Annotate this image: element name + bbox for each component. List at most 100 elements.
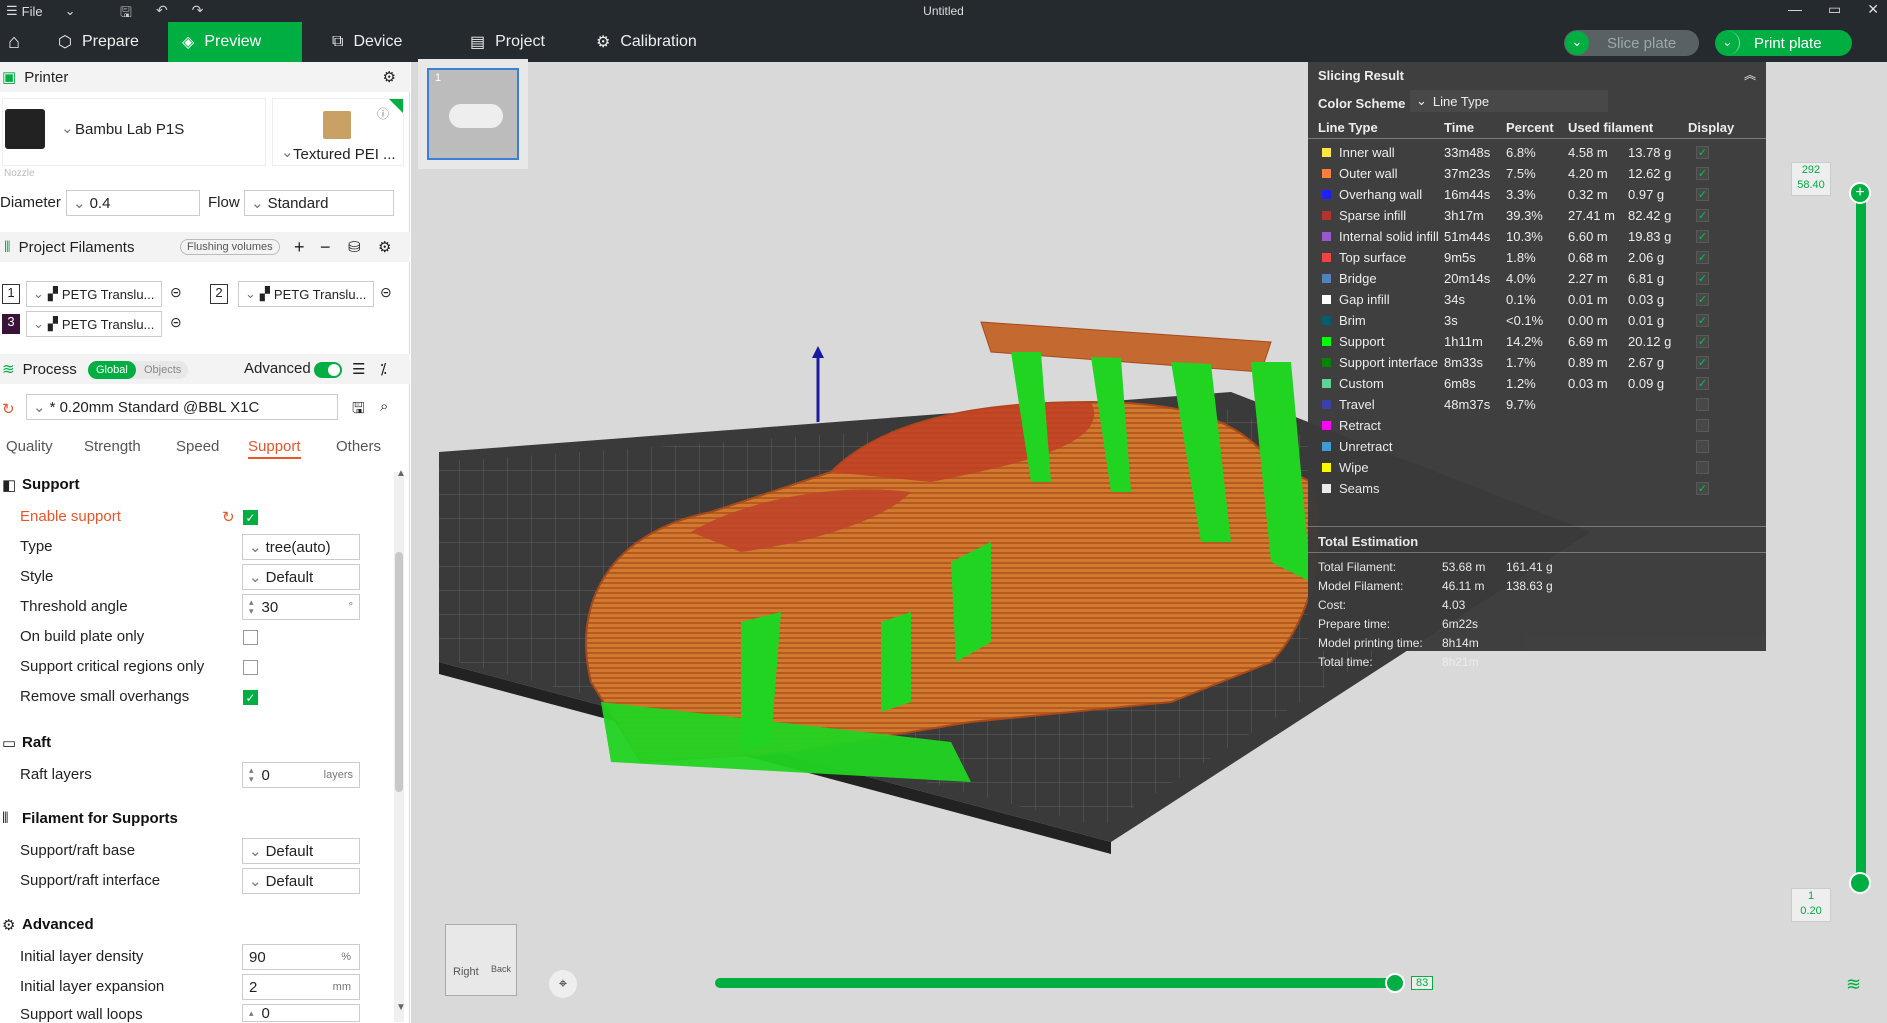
maximize-icon[interactable]: ▭ xyxy=(1828,1,1841,18)
move-slider[interactable] xyxy=(715,973,1405,993)
display-checkbox[interactable] xyxy=(1696,461,1709,474)
slice-plate-button[interactable]: ⌄ Slice plate xyxy=(1564,30,1699,56)
remove-small-overhangs-checkbox[interactable]: ✓ xyxy=(243,690,258,705)
support-interface-select[interactable]: ⌄ Default xyxy=(242,868,360,894)
tab-prepare[interactable]: ⬡ Prepare xyxy=(44,22,164,62)
totals-divider xyxy=(1308,526,1766,527)
info-icon[interactable]: ⓘ xyxy=(377,105,389,122)
tab-project[interactable]: ▤ Project xyxy=(456,22,576,62)
support-base-select[interactable]: ⌄ Default xyxy=(242,838,360,864)
filament-select-1[interactable]: ⌄ ▞ PETG Translu... xyxy=(26,281,162,307)
display-checkbox[interactable]: ✓ xyxy=(1696,335,1709,348)
print-plate-button[interactable]: ⌄ Print plate xyxy=(1715,30,1852,56)
view-cube[interactable]: Right Back xyxy=(431,910,521,1000)
display-checkbox[interactable]: ✓ xyxy=(1696,167,1709,180)
fit-view-button[interactable]: ⌖ xyxy=(549,970,577,998)
tab-calibration[interactable]: ⚙ Calibration xyxy=(582,22,732,62)
line-type-time: 48m37s xyxy=(1444,397,1491,412)
display-checkbox[interactable]: ✓ xyxy=(1696,146,1709,159)
raft-layers-input[interactable]: ▴ ▾ 0 layers xyxy=(242,762,360,788)
display-checkbox[interactable]: ✓ xyxy=(1696,293,1709,306)
list-icon[interactable]: ☰ xyxy=(352,360,365,378)
support-type-select[interactable]: ⌄ tree(auto) xyxy=(242,534,360,560)
diameter-select[interactable]: ⌄ 0.4 xyxy=(66,190,200,216)
reset-icon[interactable]: ↻ xyxy=(2,400,15,418)
line-type-row: Brim 3s <0.1% 0.00 m 0.01 g ✓ xyxy=(1308,310,1766,331)
display-checkbox[interactable]: ✓ xyxy=(1696,209,1709,222)
move-slider-handle[interactable] xyxy=(1385,973,1405,993)
reset-icon[interactable]: ↻ xyxy=(222,508,235,526)
filament-select-2[interactable]: ⌄ ▞ PETG Translu... xyxy=(238,281,374,307)
line-type-row: Wipe xyxy=(1308,457,1766,478)
flushing-volumes-button[interactable]: Flushing volumes xyxy=(180,239,280,255)
filament-options-icon[interactable]: ⊝ xyxy=(380,284,392,301)
objects-toggle[interactable]: Objects xyxy=(144,361,181,379)
corner-flag xyxy=(389,99,403,113)
filament-options-icon[interactable]: ⊝ xyxy=(170,314,182,331)
add-icon[interactable]: + xyxy=(294,237,305,258)
layer-slider-bottom-handle[interactable] xyxy=(1849,872,1871,894)
display-checkbox[interactable] xyxy=(1696,440,1709,453)
display-checkbox[interactable]: ✓ xyxy=(1696,230,1709,243)
flow-select[interactable]: ⌄ Standard xyxy=(244,190,394,216)
plate-thumbnail[interactable]: 1 xyxy=(427,68,519,160)
filament-sync-icon[interactable]: ⛁ xyxy=(348,238,361,256)
display-checkbox[interactable]: ✓ xyxy=(1696,356,1709,369)
layer-slider-top-handle[interactable]: + xyxy=(1849,182,1871,204)
tab-others[interactable]: Others xyxy=(336,438,381,455)
display-checkbox[interactable]: ✓ xyxy=(1696,482,1709,495)
tab-device[interactable]: ⧉ Device xyxy=(318,22,438,62)
wall-loops-input[interactable]: ▴ 0 xyxy=(242,1004,360,1022)
minimize-icon[interactable]: — xyxy=(1788,1,1802,18)
view-cube-right: Right xyxy=(453,966,479,978)
initial-density-input[interactable]: 90 % xyxy=(242,944,360,970)
close-icon[interactable]: ✕ xyxy=(1867,1,1879,18)
printer-selector[interactable]: ⌄ Bambu Lab P1S xyxy=(2,98,266,166)
tab-preview[interactable]: ◈ Preview xyxy=(168,22,302,62)
scroll-up-icon[interactable]: ▲ xyxy=(396,468,406,479)
layer-slider[interactable]: + xyxy=(1849,182,1871,894)
printer-image xyxy=(5,109,45,149)
process-preset-select[interactable]: ⌄ * 0.20mm Standard @BBL X1C xyxy=(26,394,338,420)
filament-options-icon[interactable]: ⊝ xyxy=(170,284,182,301)
advanced-switch[interactable] xyxy=(314,362,342,378)
display-checkbox[interactable]: ✓ xyxy=(1696,314,1709,327)
display-checkbox[interactable]: ✓ xyxy=(1696,377,1709,390)
stepper-icon[interactable]: ▴ ▾ xyxy=(249,598,254,616)
gear-icon[interactable]: ⚙ xyxy=(378,238,391,256)
scroll-down-icon[interactable]: ▼ xyxy=(396,1002,406,1013)
tab-strength[interactable]: Strength xyxy=(84,438,141,455)
support-style-select[interactable]: ⌄ Default xyxy=(242,564,360,590)
color-scheme-select[interactable]: ⌄ Line Type xyxy=(1410,90,1608,112)
remove-icon[interactable]: − xyxy=(320,237,331,258)
slice-dropdown-icon[interactable]: ⌄ xyxy=(1565,31,1589,55)
save-preset-icon[interactable]: 🖫 xyxy=(352,398,365,423)
display-checkbox[interactable] xyxy=(1696,398,1709,411)
stepper-icon[interactable]: ▴ ▾ xyxy=(249,766,254,784)
display-checkbox[interactable] xyxy=(1696,419,1709,432)
print-dropdown-icon[interactable]: ⌄ xyxy=(1716,31,1740,55)
home-button[interactable]: ⌂ xyxy=(0,22,28,62)
compare-icon[interactable]: ⁒ xyxy=(380,360,387,378)
threshold-angle-input[interactable]: ▴ ▾ 30 ° xyxy=(242,594,360,620)
plate-selector[interactable]: ⓘ ⌄ Textured PEI ... xyxy=(272,98,404,166)
stepper-icon[interactable]: ▴ xyxy=(249,1008,254,1019)
display-checkbox[interactable]: ✓ xyxy=(1696,251,1709,264)
tab-quality[interactable]: Quality xyxy=(6,438,53,455)
enable-support-checkbox[interactable]: ✓ xyxy=(243,510,258,525)
initial-expansion-input[interactable]: 2 mm xyxy=(242,974,360,1000)
tab-support[interactable]: Support xyxy=(248,438,301,459)
layers-toggle-icon[interactable]: ≋ xyxy=(1846,974,1861,995)
tab-speed[interactable]: Speed xyxy=(176,438,219,455)
filament-select-3[interactable]: ⌄ ▞ PETG Translu... xyxy=(26,311,162,337)
display-checkbox[interactable]: ✓ xyxy=(1696,272,1709,285)
search-icon[interactable]: ⌕ xyxy=(380,398,388,415)
build-plate-only-checkbox[interactable] xyxy=(243,630,258,645)
settings-scrollbar[interactable] xyxy=(394,472,404,1022)
display-checkbox[interactable]: ✓ xyxy=(1696,188,1709,201)
critical-regions-checkbox[interactable] xyxy=(243,660,258,675)
scrollbar-thumb[interactable] xyxy=(395,552,403,792)
collapse-icon[interactable]: ︽ xyxy=(1744,66,1756,83)
global-toggle[interactable]: Global xyxy=(88,361,136,379)
gear-icon[interactable]: ⚙ xyxy=(383,68,396,86)
